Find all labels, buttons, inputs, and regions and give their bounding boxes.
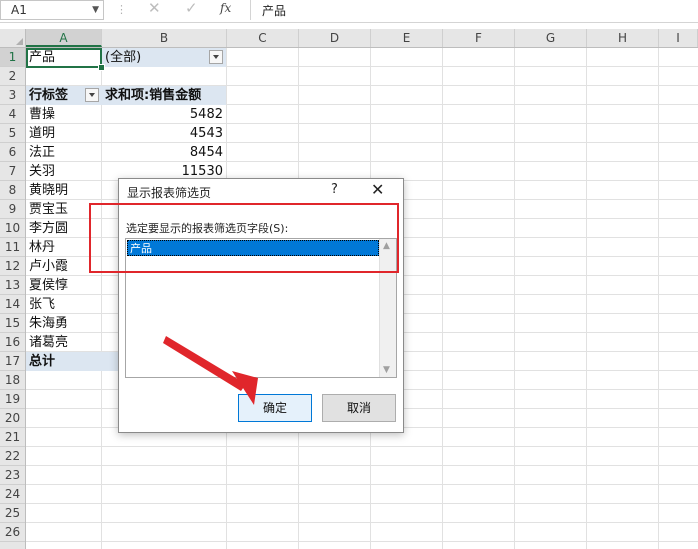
row-value[interactable]: 8454 [102, 143, 226, 162]
help-icon[interactable]: ? [331, 182, 338, 197]
cancel-icon[interactable]: ✕ [148, 0, 161, 17]
cancel-button[interactable]: 取消 [322, 394, 396, 422]
drag-handle-icon[interactable]: ⋮ [116, 3, 127, 16]
row-header-25[interactable]: 25 [0, 504, 25, 523]
row-header-3[interactable]: 3 [0, 86, 25, 105]
column-header-g[interactable]: G [515, 29, 587, 47]
row-label[interactable]: 关羽 [26, 162, 101, 181]
row-label[interactable]: 林丹 [26, 238, 101, 257]
row-header-14[interactable]: 14 [0, 295, 25, 314]
row-labels-filter-icon[interactable] [85, 88, 99, 102]
list-item[interactable]: 产品 [127, 240, 379, 256]
row-label[interactable]: 卢小霞 [26, 257, 101, 276]
gridline [26, 503, 698, 504]
row-label[interactable]: 曹操 [26, 105, 101, 124]
row-header-16[interactable]: 16 [0, 333, 25, 352]
sum-header[interactable]: 求和项:销售金额 [102, 86, 226, 105]
row-header-5[interactable]: 5 [0, 124, 25, 143]
listbox-scrollbar[interactable]: ▲ ▼ [379, 239, 396, 377]
formula-bar: A1 ▼ ⋮ ✕ ✓ fx 产品 [0, 0, 698, 23]
column-header-d[interactable]: D [299, 29, 371, 47]
row-header-23[interactable]: 23 [0, 466, 25, 485]
name-box[interactable]: A1 ▼ [0, 0, 104, 20]
row-value[interactable]: 5482 [102, 105, 226, 124]
chevron-down-icon[interactable]: ▼ [383, 365, 390, 375]
gridline [26, 465, 698, 466]
dialog-title: 显示报表筛选页 [127, 186, 212, 200]
column-header-a[interactable]: A [26, 29, 102, 47]
ok-button[interactable]: 确定 [238, 394, 312, 422]
column-headers: A B C D E F G H I [0, 29, 698, 48]
row-header-22[interactable]: 22 [0, 447, 25, 466]
pivot-filter-value[interactable]: (全部) [102, 48, 226, 67]
row-header-15[interactable]: 15 [0, 314, 25, 333]
close-icon[interactable]: ✕ [371, 180, 384, 199]
column-header-c[interactable]: C [227, 29, 299, 47]
gridline [26, 446, 698, 447]
row-label[interactable]: 法正 [26, 143, 101, 162]
chevron-up-icon[interactable]: ▲ [383, 241, 390, 251]
row-label[interactable]: 朱海勇 [26, 314, 101, 333]
row-label[interactable]: 黄晓明 [26, 181, 101, 200]
row-label[interactable]: 张飞 [26, 295, 101, 314]
select-all-icon [16, 38, 23, 45]
name-box-value: A1 [11, 3, 27, 17]
column-header-e[interactable]: E [371, 29, 443, 47]
row-header-4[interactable]: 4 [0, 105, 25, 124]
row-label[interactable]: 夏侯惇 [26, 276, 101, 295]
column-header-h[interactable]: H [587, 29, 659, 47]
row-header-26[interactable]: 26 [0, 523, 25, 542]
pivot-filter-label[interactable]: 产品 [26, 48, 101, 67]
row-label[interactable]: 道明 [26, 124, 101, 143]
column-header-b[interactable]: B [102, 29, 227, 47]
fill-handle[interactable] [98, 64, 105, 71]
row-header-10[interactable]: 10 [0, 219, 25, 238]
row-header-12[interactable]: 12 [0, 257, 25, 276]
field-list-label: 选定要显示的报表筛选页字段(S): [126, 222, 289, 235]
check-icon[interactable]: ✓ [185, 0, 198, 17]
row-header-21[interactable]: 21 [0, 428, 25, 447]
row-header-1[interactable]: 1 [0, 48, 25, 67]
formula-input[interactable]: 产品 [262, 2, 286, 19]
column-header-f[interactable]: F [443, 29, 515, 47]
field-listbox[interactable]: 产品 ▲ ▼ [125, 238, 397, 378]
row-header-7[interactable]: 7 [0, 162, 25, 181]
column-header-i[interactable]: I [659, 29, 698, 47]
row-header-2[interactable]: 2 [0, 67, 25, 86]
row-header-17[interactable]: 17 [0, 352, 25, 371]
row-header-24[interactable]: 24 [0, 485, 25, 504]
select-all-corner[interactable] [0, 29, 26, 47]
row-header-20[interactable]: 20 [0, 409, 25, 428]
row-header-11[interactable]: 11 [0, 238, 25, 257]
show-report-filter-pages-dialog: 显示报表筛选页 ? ✕ 选定要显示的报表筛选页字段(S): 产品 ▲ ▼ 确定 … [118, 178, 404, 433]
row-label[interactable]: 诸葛亮 [26, 333, 101, 352]
row-header-8[interactable]: 8 [0, 181, 25, 200]
row-header-19[interactable]: 19 [0, 390, 25, 409]
gridline [26, 522, 698, 523]
row-header-6[interactable]: 6 [0, 143, 25, 162]
row-headers: 1 2 3 4 5 6 7 8 9 10 11 12 13 14 15 16 1… [0, 48, 26, 549]
formula-bar-divider [250, 0, 251, 20]
gridline [26, 484, 698, 485]
row-label[interactable]: 贾宝玉 [26, 200, 101, 219]
row-header-13[interactable]: 13 [0, 276, 25, 295]
gridline [26, 541, 698, 542]
row-header-18[interactable]: 18 [0, 371, 25, 390]
chevron-down-icon[interactable]: ▼ [92, 1, 99, 19]
filter-dropdown-icon[interactable] [209, 50, 223, 64]
row-value[interactable]: 4543 [102, 124, 226, 143]
row-header-9[interactable]: 9 [0, 200, 25, 219]
insert-function-icon[interactable]: fx [220, 1, 231, 15]
row-label[interactable]: 李方圆 [26, 219, 101, 238]
